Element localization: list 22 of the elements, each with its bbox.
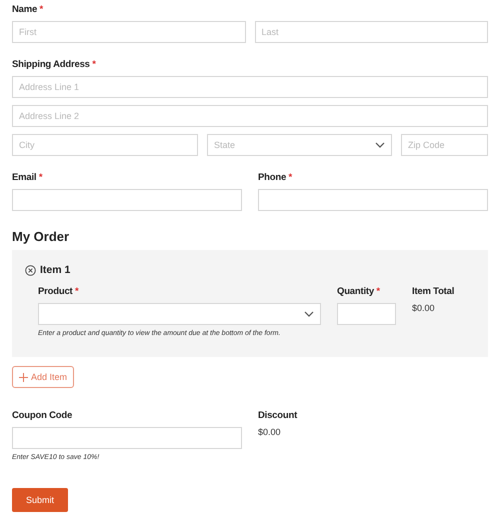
text-field[interactable]: City bbox=[12, 134, 198, 156]
select-field[interactable]: State bbox=[207, 134, 392, 156]
item-total-value: $0.00 bbox=[412, 303, 436, 313]
discount-value: $0.00 bbox=[258, 427, 282, 437]
submit-button[interactable]: Submit bbox=[12, 488, 68, 512]
field-label: Phone * bbox=[258, 172, 293, 184]
section-heading: My Order bbox=[12, 229, 70, 244]
add-item-button[interactable]: Add Item bbox=[12, 366, 74, 388]
item-title: Item 1 bbox=[40, 264, 70, 276]
field-label: Coupon Code bbox=[12, 410, 74, 422]
text-field[interactable]: Last bbox=[254, 21, 488, 43]
field-label: Item Total bbox=[412, 286, 456, 298]
field-label: Shipping Address * bbox=[12, 59, 97, 71]
field-label: Discount bbox=[258, 410, 298, 422]
text-field[interactable]: Address Line 1 bbox=[12, 76, 488, 98]
field-label: Product * bbox=[38, 286, 80, 298]
field-label: Name * bbox=[12, 4, 44, 16]
text-field[interactable]: First bbox=[12, 21, 246, 43]
field-label: Email * bbox=[12, 172, 44, 184]
text-field[interactable]: Address Line 2 bbox=[12, 105, 488, 127]
text-field[interactable]: Zip Code bbox=[401, 134, 488, 156]
field-label: Quantity * bbox=[337, 286, 381, 298]
